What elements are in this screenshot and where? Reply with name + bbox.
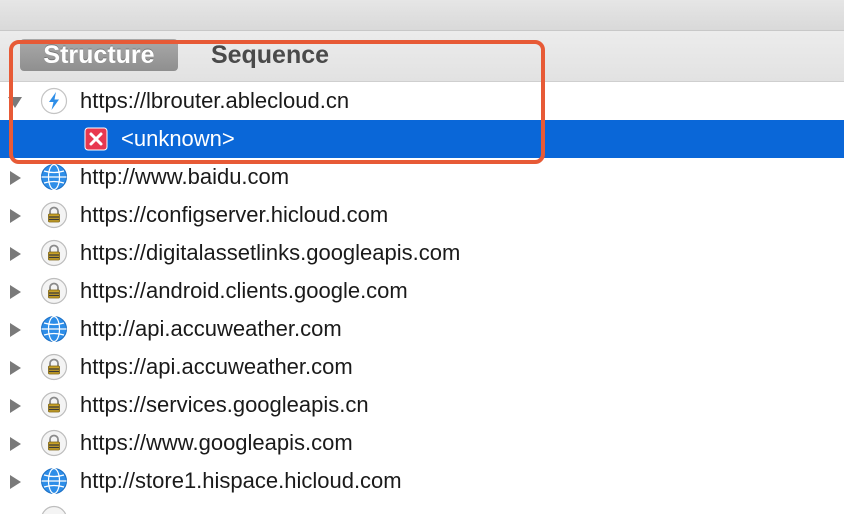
tree-row[interactable]: http://store1.hispace.hicloud.com — [0, 462, 844, 500]
globe-icon — [41, 163, 67, 191]
disclosure-triangle-icon[interactable] — [10, 171, 21, 185]
tree-row[interactable]: https://android.clients.google.com — [0, 272, 844, 310]
tree-row[interactable]: https://services.googleapis.cn — [0, 386, 844, 424]
lock-icon — [40, 429, 68, 457]
disclosure-triangle-icon[interactable] — [10, 285, 21, 299]
tree-row[interactable]: http://www.baidu.com — [0, 158, 844, 196]
lock-icon — [40, 277, 68, 305]
tree-row[interactable]: https://digitalassetlinks.googleapis.com — [0, 234, 844, 272]
tree-row-label: https://services.googleapis.cn — [80, 392, 369, 417]
tree-row-label: http://store1.hispace.hicloud.com — [80, 468, 402, 493]
tree-row-selected[interactable]: <unknown> — [0, 120, 844, 158]
globe-icon — [41, 315, 67, 343]
view-tab-bar: Structure Sequence — [0, 31, 844, 82]
lock-icon — [41, 505, 67, 514]
tree-row-label: https://configserver.hicloud.com — [80, 202, 389, 227]
tree-row-label: http://www.baidu.com — [80, 164, 290, 189]
tree-row-label: https://www.googleapis.com — [80, 430, 353, 455]
lock-icon — [40, 391, 68, 419]
lightning-icon — [40, 87, 68, 115]
disclosure-triangle-icon[interactable] — [10, 399, 21, 413]
tree-row-label: https://android.clients.google.com — [80, 278, 408, 303]
lock-icon — [40, 353, 68, 381]
tab-structure[interactable]: Structure — [20, 39, 178, 71]
disclosure-triangle-icon[interactable] — [10, 209, 21, 223]
host-tree: https://lbrouter.ablecloud.cn <unknown> … — [0, 82, 844, 514]
tree-row-partial — [0, 500, 844, 514]
tree-row[interactable]: https://www.googleapis.com — [0, 424, 844, 462]
tree-row[interactable]: http://api.accuweather.com — [0, 310, 844, 348]
disclosure-triangle-icon[interactable] — [10, 323, 21, 337]
tree-row[interactable]: https://lbrouter.ablecloud.cn — [0, 82, 844, 120]
disclosure-triangle-icon[interactable] — [10, 361, 21, 375]
lock-icon — [40, 201, 68, 229]
tree-row-label: <unknown> — [121, 126, 235, 151]
tree-row[interactable]: https://configserver.hicloud.com — [0, 196, 844, 234]
disclosure-triangle-icon[interactable] — [10, 475, 21, 489]
error-x-icon — [84, 127, 108, 151]
tree-row-label: https://api.accuweather.com — [80, 354, 353, 379]
tree-row-label: https://digitalassetlinks.googleapis.com — [80, 240, 461, 265]
globe-icon — [41, 467, 67, 495]
tree-row-label: http://api.accuweather.com — [80, 316, 342, 341]
disclosure-triangle-open-icon[interactable] — [8, 97, 22, 108]
charles-window: Structure Sequence https://lbrouter.able… — [0, 0, 844, 514]
disclosure-triangle-icon[interactable] — [10, 437, 21, 451]
tab-sequence[interactable]: Sequence — [190, 39, 350, 71]
disclosure-triangle-icon[interactable] — [10, 247, 21, 261]
window-titlebar — [0, 0, 844, 31]
tree-row-label: https://lbrouter.ablecloud.cn — [80, 88, 350, 113]
lock-icon — [40, 239, 68, 267]
tree-row[interactable]: https://api.accuweather.com — [0, 348, 844, 386]
